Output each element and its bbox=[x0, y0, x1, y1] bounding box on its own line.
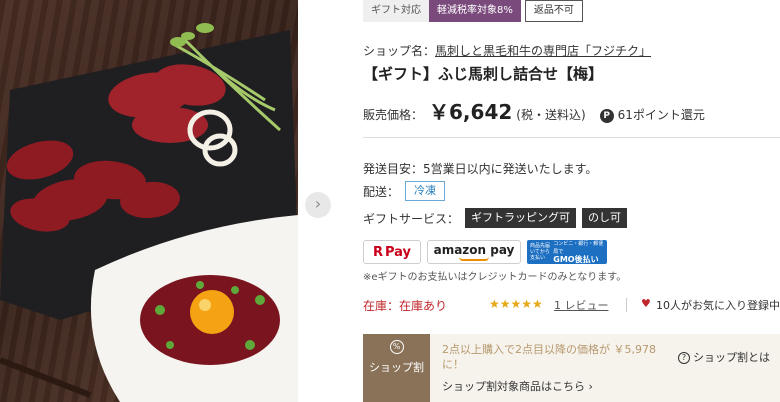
shop-discount-badge: % ショップ割 bbox=[363, 334, 430, 402]
heart-icon[interactable]: ♥ bbox=[641, 297, 651, 310]
payment-methods: R Pay amazon pay 商品先届いてから支払い コンビニ・銀行・郵便局で… bbox=[363, 240, 607, 264]
gift-service-line: ギフトサービス： ギフトラッピング可 のし可 bbox=[363, 207, 628, 229]
shop-discount-box: % ショップ割 2点以上購入で2点目以降の価格が ￥5,978に！ ショップ割対… bbox=[363, 334, 780, 402]
product-info: ギフト対応 軽減税率対象8% 返品不可 ショップ名：馬刺しと黒毛和牛の専門店「フ… bbox=[363, 0, 780, 402]
shop-discount-items-link[interactable]: ショップ割対象商品はこちら › bbox=[442, 378, 593, 394]
divider bbox=[363, 137, 780, 138]
amazon-pay-logo: amazon pay bbox=[427, 240, 521, 264]
star-rating-icon: ★★★★★ bbox=[489, 297, 543, 311]
price-line: 販売価格： ￥6,642 (税・送料込) P 61ポイント還元 bbox=[363, 96, 705, 124]
product-title: 【ギフト】ふじ馬刺し詰合せ【梅】 bbox=[363, 65, 604, 83]
egg-yolk-highlight bbox=[199, 299, 211, 311]
stock-review-row: 在庫：在庫あり ★★★★★ 1 レビュー ♥ 10人がお気に入り登録中 bbox=[363, 297, 780, 315]
gift-service-label: ギフトサービス： bbox=[363, 211, 460, 226]
gmo-atobarai-logo: 商品先届いてから支払い コンビニ・銀行・郵便局で GMO後払い bbox=[527, 240, 607, 264]
price-note: (税・送料込) bbox=[516, 108, 586, 122]
percent-icon: % bbox=[389, 340, 404, 354]
egg-yolk bbox=[190, 290, 234, 334]
favorite-count[interactable]: 10人がお気に入り登録中 bbox=[656, 297, 780, 313]
sprout-leaves bbox=[170, 23, 214, 47]
shop-discount-help-text[interactable]: ショップ割とは bbox=[693, 351, 770, 364]
shop-name-line: ショップ名：馬刺しと黒毛和牛の専門店「フジチク」 bbox=[363, 42, 651, 59]
rpay-r: R bbox=[372, 244, 383, 260]
shop-name-link[interactable]: 馬刺しと黒毛和牛の専門店「フジチク」 bbox=[435, 44, 651, 58]
noshi-chip: のし可 bbox=[582, 208, 628, 228]
points-text: 61ポイント還元 bbox=[617, 108, 705, 122]
rpay-text: Pay bbox=[384, 244, 412, 260]
amazon-smile-icon bbox=[459, 257, 489, 261]
shipping-estimate: 発送目安：5営業日以内に発送いたします。 bbox=[363, 162, 598, 176]
separator bbox=[626, 298, 627, 312]
payment-note: ※eギフトのお支払いはクレジットカードのみとなります。 bbox=[363, 272, 627, 283]
delivery-label: 配送： bbox=[363, 184, 400, 199]
gmo-big-text: GMO後払い bbox=[553, 255, 599, 264]
gmo-right: コンビニ・銀行・郵便局で GMO後払い bbox=[553, 240, 604, 264]
gift-tag: ギフト対応 bbox=[363, 0, 429, 22]
product-photo-illustration bbox=[0, 23, 298, 402]
product-tags: ギフト対応 軽減税率対象8% 返品不可 bbox=[363, 0, 583, 22]
gmo-small-text: コンビニ・銀行・郵便局で bbox=[553, 241, 604, 255]
product-image[interactable] bbox=[0, 0, 298, 402]
delivery-frozen-badge: 冷凍 bbox=[405, 181, 446, 201]
shop-discount-text: 2点以上購入で2点目以降の価格が ￥5,978に！ bbox=[442, 343, 656, 371]
no-return-tag: 返品不可 bbox=[524, 0, 583, 22]
price-label: 販売価格： bbox=[363, 108, 424, 122]
point-icon: P bbox=[599, 109, 614, 123]
chopsticks bbox=[0, 357, 92, 398]
amazon-pay-text: amazon pay bbox=[433, 242, 515, 257]
question-circle-icon: ? bbox=[678, 352, 690, 364]
gmo-left-text: 商品先届いてから支払い bbox=[530, 243, 551, 261]
stock-status: 在庫：在庫あり bbox=[363, 299, 448, 313]
shop-name-label: ショップ名： bbox=[363, 44, 436, 58]
gift-wrapping-chip: ギフトラッピング可 bbox=[465, 208, 577, 228]
rpay-logo: R Pay bbox=[363, 240, 421, 264]
shop-discount-help[interactable]: ? ショップ割とは bbox=[678, 350, 778, 366]
carousel-next-icon[interactable]: › bbox=[305, 192, 331, 218]
tax-rate-tag: 軽減税率対象8% bbox=[429, 0, 521, 22]
shop-discount-label: ショップ割 bbox=[369, 361, 424, 374]
review-link[interactable]: 1 レビュー bbox=[554, 297, 609, 313]
delivery-line: 配送： 冷凍 bbox=[363, 181, 446, 201]
price-value: ￥6,642 bbox=[429, 100, 513, 124]
